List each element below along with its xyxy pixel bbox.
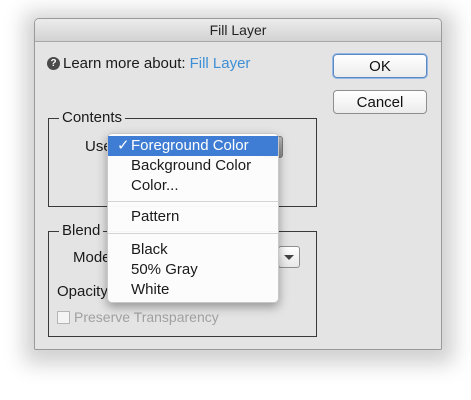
menu-separator — [108, 233, 278, 234]
mode-label: Mode — [73, 249, 111, 266]
preserve-transparency-row: Preserve Transparency — [57, 309, 219, 325]
contents-group-title: Contents — [59, 109, 126, 127]
dialog-title: Fill Layer — [35, 19, 441, 42]
preserve-transparency-label: Preserve Transparency — [74, 309, 219, 325]
ok-button[interactable]: OK — [333, 54, 427, 78]
menu-item-label: Foreground Color — [131, 137, 249, 154]
menu-item-foreground-color[interactable]: ✓ Foreground Color — [108, 136, 278, 156]
mode-dropdown[interactable] — [278, 246, 300, 268]
help-prefix: Learn more about: — [63, 55, 186, 72]
menu-item-pattern[interactable]: Pattern — [108, 207, 278, 227]
menu-item-color[interactable]: Color... — [108, 176, 278, 196]
opacity-label: Opacity — [57, 283, 108, 300]
cancel-button[interactable]: Cancel — [333, 90, 427, 114]
menu-item-50-gray[interactable]: 50% Gray — [108, 260, 278, 280]
fill-layer-help-link[interactable]: Fill Layer — [190, 55, 251, 72]
help-row: ? Learn more about: Fill Layer — [47, 55, 250, 72]
question-icon: ? — [47, 57, 60, 70]
menu-item-black[interactable]: Black — [108, 240, 278, 260]
menu-item-white[interactable]: White — [108, 280, 278, 300]
preserve-transparency-checkbox[interactable] — [57, 310, 70, 324]
blending-group-title: Blend — [59, 222, 104, 240]
use-dropdown-menu: ✓ Foreground Color Background Color Colo… — [107, 133, 279, 303]
menu-separator — [108, 201, 278, 202]
menu-item-background-color[interactable]: Background Color — [108, 156, 278, 176]
checkmark-icon: ✓ — [117, 137, 130, 154]
